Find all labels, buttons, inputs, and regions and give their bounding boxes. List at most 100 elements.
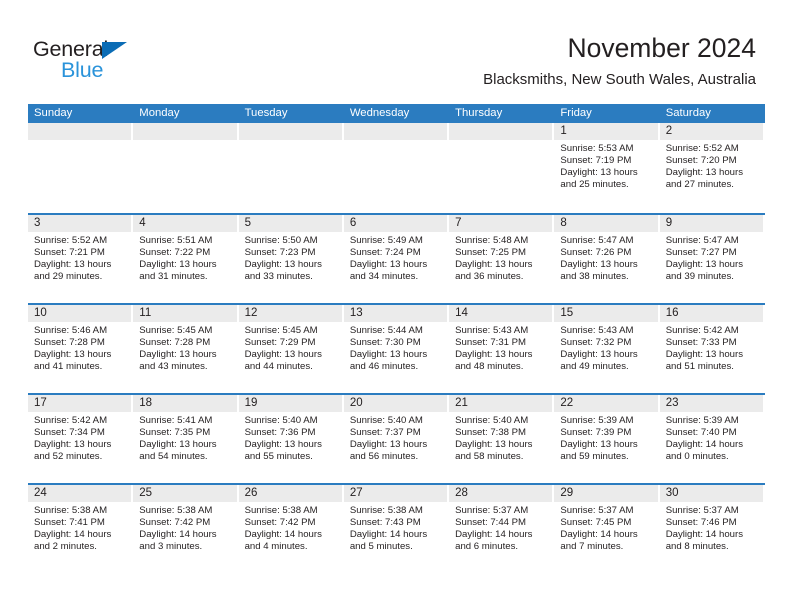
page-header: General Blue November 2024 Blacksmiths, … [0, 0, 792, 96]
calendar-day-cell[interactable]: 6 Sunrise: 5:49 AM Sunset: 7:24 PM Daylight… [343, 215, 449, 303]
calendar-day-cell[interactable]: 10 Sunrise: 5:46 AM Sunset: 7:28 PM Dayligh… [28, 305, 133, 393]
calendar-day-cell[interactable]: 29 Sunrise: 5:37 AM Sunset: 7:45 PM Dayligh… [554, 485, 659, 573]
calendar-day-cell[interactable]: 5 Sunrise: 5:50 AM Sunset: 7:23 PM Daylight… [238, 215, 344, 303]
sunrise-text: Sunrise: 5:50 AM [244, 235, 318, 246]
logo-text-blue: Blue [61, 58, 104, 82]
daylight-text-line2: and 46 minutes. [349, 361, 419, 373]
calendar-day-cell[interactable]: 11 Sunrise: 5:45 AM Sunset: 7:28 PM Dayligh… [133, 305, 238, 393]
day-number-band: 20 [343, 395, 448, 412]
sunrise-text: Sunrise: 5:38 AM [244, 505, 318, 516]
calendar-day-cell[interactable]: 1 Sunrise: 5:53 AM Sunset: 7:19 PM Daylight… [554, 123, 659, 213]
sunset-text: Sunset: 7:24 PM [349, 247, 421, 259]
day-number-band: 17 [28, 395, 132, 412]
daylight-text-line2: and 33 minutes. [244, 271, 313, 283]
day-number-band: 11 [133, 305, 237, 322]
calendar-day-cell[interactable]: 13 Sunrise: 5:44 AM Sunset: 7:30 PM Dayligh… [343, 305, 449, 393]
calendar-day-cell[interactable]: 12 Sunrise: 5:45 AM Sunset: 7:29 PM Dayligh… [238, 305, 344, 393]
daylight-text-line2: and 5 minutes. [349, 541, 413, 553]
sunrise-text: Sunrise: 5:45 AM [139, 325, 213, 336]
sunrise-text: Sunrise: 5:40 AM [349, 415, 423, 426]
sunrise-text: Sunrise: 5:42 AM [34, 415, 108, 426]
sunrise-text: Sunrise: 5:37 AM [665, 505, 739, 516]
sunset-text: Sunset: 7:28 PM [34, 337, 105, 349]
daylight-text-line1: Daylight: 13 hours [34, 349, 112, 361]
day-number-band: 28 [449, 485, 553, 502]
day-details: Sunrise: 5:41 AM Sunset: 7:35 PM Daylight:… [133, 412, 238, 463]
daylight-text-line2: and 38 minutes. [560, 271, 629, 283]
calendar-day-cell[interactable]: 27 Sunrise: 5:38 AM Sunset: 7:43 PM Dayligh… [343, 485, 449, 573]
sunset-text: Sunset: 7:45 PM [560, 517, 632, 529]
day-number-band: 8 [554, 215, 658, 232]
calendar-day-cell[interactable]: 23 Sunrise: 5:39 AM Sunset: 7:40 PM Dayligh… [659, 395, 765, 483]
calendar-day-cell[interactable]: 3 Sunrise: 5:52 AM Sunset: 7:21 PM Daylight… [28, 215, 133, 303]
calendar-day-cell[interactable]: 28 Sunrise: 5:37 AM Sunset: 7:44 PM Dayligh… [449, 485, 554, 573]
calendar-day-cell[interactable]: 21 Sunrise: 5:40 AM Sunset: 7:38 PM Dayligh… [449, 395, 554, 483]
daylight-text-line1: Daylight: 13 hours [455, 439, 533, 451]
day-number: 26 [244, 487, 258, 499]
day-number-band: 12 [238, 305, 342, 322]
calendar-day-cell[interactable]: 30 Sunrise: 5:37 AM Sunset: 7:46 PM Dayligh… [659, 485, 765, 573]
calendar-day-cell[interactable]: 2 Sunrise: 5:52 AM Sunset: 7:20 PM Daylight… [659, 123, 765, 213]
sunset-text: Sunset: 7:35 PM [139, 427, 211, 439]
day-number: 16 [665, 307, 679, 319]
day-details: Sunrise: 5:44 AM Sunset: 7:30 PM Daylight:… [344, 322, 449, 373]
day-number-band: 21 [449, 395, 553, 412]
sunrise-text: Sunrise: 5:51 AM [139, 235, 213, 246]
sunset-text: Sunset: 7:36 PM [244, 427, 316, 439]
day-number: 8 [560, 217, 567, 229]
calendar-day-cell[interactable]: 4 Sunrise: 5:51 AM Sunset: 7:22 PM Daylight… [133, 215, 238, 303]
calendar-day-cell[interactable]: 9 Sunrise: 5:47 AM Sunset: 7:27 PM Daylight… [659, 215, 765, 303]
calendar-day-cell[interactable]: 7 Sunrise: 5:48 AM Sunset: 7:25 PM Daylight… [449, 215, 554, 303]
sunset-text: Sunset: 7:29 PM [244, 337, 316, 349]
calendar-day-cell[interactable]: 17 Sunrise: 5:42 AM Sunset: 7:34 PM Dayligh… [28, 395, 133, 483]
weekday-header-wednesday: Wednesday [349, 107, 410, 119]
sunset-text: Sunset: 7:20 PM [665, 155, 737, 167]
daylight-text-line1: Daylight: 13 hours [34, 259, 112, 271]
daylight-text-line2: and 56 minutes. [349, 451, 419, 463]
calendar-day-cell[interactable]: 25 Sunrise: 5:38 AM Sunset: 7:42 PM Dayligh… [133, 485, 238, 573]
sunrise-text: Sunrise: 5:38 AM [34, 505, 108, 516]
daylight-text-line1: Daylight: 13 hours [349, 259, 428, 271]
day-details: Sunrise: 5:52 AM Sunset: 7:21 PM Daylight:… [28, 232, 133, 283]
calendar-day-cell[interactable]: 20 Sunrise: 5:40 AM Sunset: 7:37 PM Dayligh… [343, 395, 449, 483]
calendar-day-cell[interactable]: 14 Sunrise: 5:43 AM Sunset: 7:31 PM Dayligh… [449, 305, 554, 393]
calendar-day-cell[interactable]: 8 Sunrise: 5:47 AM Sunset: 7:26 PM Daylight… [554, 215, 659, 303]
sunset-text: Sunset: 7:43 PM [349, 517, 421, 529]
day-number: 20 [349, 397, 363, 409]
sunrise-text: Sunrise: 5:40 AM [455, 415, 529, 426]
calendar-day-cell[interactable]: 15 Sunrise: 5:43 AM Sunset: 7:32 PM Dayligh… [554, 305, 659, 393]
day-number-band: 16 [659, 305, 763, 322]
calendar-day-cell[interactable]: 24 Sunrise: 5:38 AM Sunset: 7:41 PM Dayligh… [28, 485, 133, 573]
calendar-day-cell[interactable]: 22 Sunrise: 5:39 AM Sunset: 7:39 PM Dayligh… [554, 395, 659, 483]
calendar-day-cell[interactable]: 19 Sunrise: 5:40 AM Sunset: 7:36 PM Dayligh… [238, 395, 344, 483]
day-number: 9 [665, 217, 673, 229]
day-number: 19 [244, 397, 258, 409]
daylight-text-line2: and 55 minutes. [244, 451, 313, 463]
day-number-band: 9 [659, 215, 763, 232]
daylight-text-line2: and 31 minutes. [139, 271, 208, 283]
day-number: 24 [34, 487, 47, 499]
day-details: Sunrise: 5:47 AM Sunset: 7:26 PM Daylight:… [554, 232, 659, 283]
day-details: Sunrise: 5:53 AM Sunset: 7:19 PM Daylight:… [554, 140, 659, 191]
day-number-band: 6 [343, 215, 448, 232]
daylight-text-line2: and 44 minutes. [244, 361, 313, 373]
daylight-text-line2: and 41 minutes. [34, 361, 103, 373]
sunrise-text: Sunrise: 5:37 AM [560, 505, 634, 516]
day-details: Sunrise: 5:39 AM Sunset: 7:39 PM Daylight:… [554, 412, 659, 463]
day-number: 6 [349, 217, 357, 229]
day-number-band: 18 [133, 395, 237, 412]
day-number: 12 [244, 307, 258, 319]
calendar-day-cell[interactable]: 18 Sunrise: 5:41 AM Sunset: 7:35 PM Dayligh… [133, 395, 238, 483]
generalblue-logo[interactable]: General Blue [33, 37, 163, 83]
day-number-band: 23 [659, 395, 763, 412]
sunrise-text: Sunrise: 5:38 AM [349, 505, 423, 516]
calendar-day-cell[interactable]: 26 Sunrise: 5:38 AM Sunset: 7:42 PM Dayligh… [238, 485, 344, 573]
day-number: 17 [34, 397, 47, 409]
daylight-text-line1: Daylight: 13 hours [244, 439, 322, 451]
day-details: Sunrise: 5:40 AM Sunset: 7:37 PM Daylight:… [344, 412, 449, 463]
calendar-day-cell[interactable]: 16 Sunrise: 5:42 AM Sunset: 7:33 PM Dayligh… [659, 305, 765, 393]
day-number: 18 [139, 397, 153, 409]
day-number: 1 [560, 125, 567, 137]
day-details: Sunrise: 5:40 AM Sunset: 7:38 PM Daylight:… [449, 412, 554, 463]
calendar-day-cell-empty [238, 123, 344, 213]
